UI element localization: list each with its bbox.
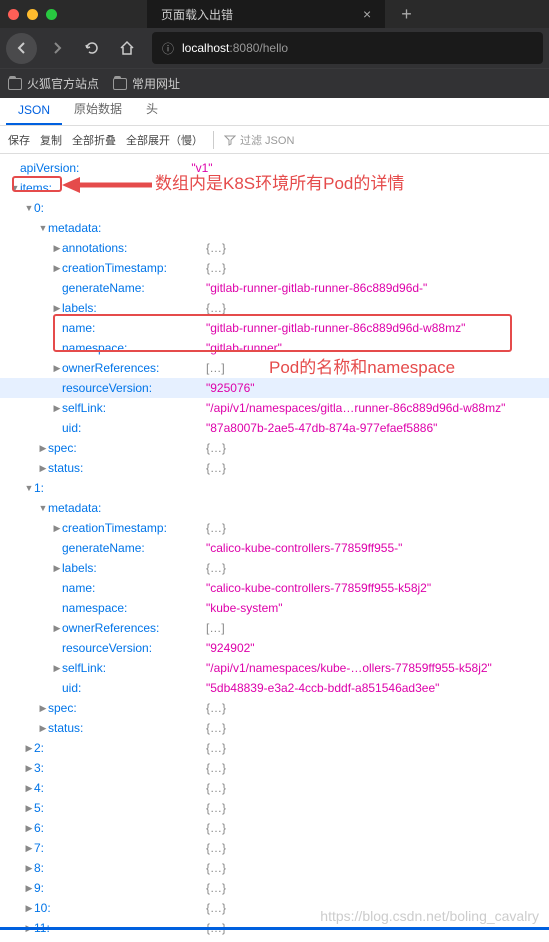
window-controls xyxy=(8,9,57,20)
tree-row[interactable]: 3:{…} xyxy=(0,758,549,778)
save-button[interactable]: 保存 xyxy=(8,132,30,148)
chevron-right-icon[interactable] xyxy=(38,458,48,478)
close-icon[interactable]: × xyxy=(363,6,371,22)
filter-icon xyxy=(224,134,236,146)
tree-row[interactable]: metadata: xyxy=(0,498,549,518)
chevron-right-icon[interactable] xyxy=(52,358,62,378)
chevron-right-icon[interactable] xyxy=(24,758,34,778)
json-tree: apiVersion:"v1" items: 0: metadata: anno… xyxy=(0,154,549,942)
annotation-box-items xyxy=(12,176,62,192)
tree-row[interactable]: status:{…} xyxy=(0,718,549,738)
tree-row[interactable]: ownerReferences:[…] xyxy=(0,618,549,638)
chevron-right-icon[interactable] xyxy=(52,618,62,638)
tree-row[interactable]: resourceVersion:"924902" xyxy=(0,638,549,658)
tab-headers[interactable]: 头 xyxy=(134,94,170,125)
tree-row[interactable]: creationTimestamp:{…} xyxy=(0,518,549,538)
chevron-right-icon[interactable] xyxy=(24,898,34,918)
chevron-right-icon[interactable] xyxy=(52,658,62,678)
new-tab-button[interactable]: + xyxy=(401,4,412,25)
tree-row[interactable]: metadata: xyxy=(0,218,549,238)
tab-title: 页面载入出错 xyxy=(161,6,233,23)
minimize-window[interactable] xyxy=(27,9,38,20)
home-button[interactable] xyxy=(111,33,142,64)
chevron-right-icon[interactable] xyxy=(24,798,34,818)
folder-icon xyxy=(8,78,22,90)
chevron-right-icon[interactable] xyxy=(52,258,62,278)
tree-row[interactable]: uid:"5db48839-e3a2-4ccb-bddf-a851546ad3e… xyxy=(0,678,549,698)
tree-row[interactable]: labels:{…} xyxy=(0,558,549,578)
back-button[interactable] xyxy=(6,33,37,64)
tree-row[interactable]: 5:{…} xyxy=(0,798,549,818)
chevron-right-icon[interactable] xyxy=(52,398,62,418)
chevron-down-icon[interactable] xyxy=(38,218,48,238)
tree-row[interactable]: generateName:"gitlab-runner-gitlab-runne… xyxy=(0,278,549,298)
tree-row[interactable]: annotations:{…} xyxy=(0,238,549,258)
chevron-right-icon[interactable] xyxy=(24,838,34,858)
chevron-right-icon[interactable] xyxy=(24,858,34,878)
bookmark-common[interactable]: 常用网址 xyxy=(113,75,180,92)
filter-input[interactable]: 过滤 JSON xyxy=(224,132,294,148)
info-icon[interactable]: ⓘ xyxy=(162,40,174,57)
copy-button[interactable]: 复制 xyxy=(40,132,62,148)
tree-row[interactable]: creationTimestamp:{…} xyxy=(0,258,549,278)
browser-tab[interactable]: 页面载入出错 × xyxy=(147,0,385,28)
tree-row[interactable]: 2:{…} xyxy=(0,738,549,758)
tree-row[interactable]: spec:{…} xyxy=(0,438,549,458)
tree-row[interactable]: 4:{…} xyxy=(0,778,549,798)
tree-row[interactable]: spec:{…} xyxy=(0,698,549,718)
forward-button[interactable] xyxy=(41,33,72,64)
tree-row[interactable]: resourceVersion:"925076" xyxy=(0,378,549,398)
chevron-down-icon[interactable] xyxy=(24,198,34,218)
chevron-right-icon[interactable] xyxy=(38,718,48,738)
chevron-right-icon[interactable] xyxy=(52,238,62,258)
tree-row[interactable]: 7:{…} xyxy=(0,838,549,858)
reload-button[interactable] xyxy=(76,33,107,64)
tree-row[interactable]: 0: xyxy=(0,198,549,218)
tree-row[interactable]: selfLink:"/api/v1/namespaces/gitla…runne… xyxy=(0,398,549,418)
tree-row[interactable]: uid:"87a8007b-2ae5-47db-874a-977efaef588… xyxy=(0,418,549,438)
annotation-arrow-icon xyxy=(62,172,152,198)
chevron-right-icon[interactable] xyxy=(52,558,62,578)
tab-raw[interactable]: 原始数据 xyxy=(62,94,134,125)
folder-icon xyxy=(113,78,127,90)
maximize-window[interactable] xyxy=(46,9,57,20)
chevron-right-icon[interactable] xyxy=(24,878,34,898)
annotation-text-1: 数组内是K8S环境所有Pod的详情 xyxy=(155,174,404,194)
filter-bar: 保存 复制 全部折叠 全部展开（慢） 过滤 JSON xyxy=(0,126,549,154)
watermark: https://blog.csdn.net/boling_cavalry xyxy=(320,908,539,924)
tree-row[interactable]: 6:{…} xyxy=(0,818,549,838)
json-viewer-tabs: JSON 原始数据 头 xyxy=(0,98,549,126)
chevron-right-icon[interactable] xyxy=(52,518,62,538)
toolbar: ⓘ localhost:8080/hello xyxy=(0,28,549,68)
tree-row[interactable]: 9:{…} xyxy=(0,878,549,898)
chevron-down-icon[interactable] xyxy=(38,498,48,518)
bookmark-firefox[interactable]: 火狐官方站点 xyxy=(8,75,99,92)
tab-json[interactable]: JSON xyxy=(6,97,62,125)
annotation-box-name xyxy=(53,314,512,352)
tree-row[interactable]: 8:{…} xyxy=(0,858,549,878)
tree-row[interactable]: status:{…} xyxy=(0,458,549,478)
collapse-all-button[interactable]: 全部折叠 xyxy=(72,132,116,148)
chevron-right-icon[interactable] xyxy=(24,738,34,758)
chevron-right-icon[interactable] xyxy=(24,818,34,838)
annotation-text-2: Pod的名称和namespace xyxy=(269,358,455,378)
chevron-right-icon[interactable] xyxy=(38,438,48,458)
expand-all-button[interactable]: 全部展开（慢） xyxy=(126,132,203,148)
tree-row[interactable]: 1: xyxy=(0,478,549,498)
url-text: localhost:8080/hello xyxy=(182,41,288,55)
close-window[interactable] xyxy=(8,9,19,20)
tree-row[interactable]: generateName:"calico-kube-controllers-77… xyxy=(0,538,549,558)
chevron-right-icon[interactable] xyxy=(24,778,34,798)
url-bar[interactable]: ⓘ localhost:8080/hello xyxy=(152,32,543,64)
tree-row[interactable]: namespace:"kube-system" xyxy=(0,598,549,618)
chevron-right-icon[interactable] xyxy=(38,698,48,718)
tree-row[interactable]: selfLink:"/api/v1/namespaces/kube-…oller… xyxy=(0,658,549,678)
tree-row[interactable]: name:"calico-kube-controllers-77859ff955… xyxy=(0,578,549,598)
titlebar: 页面载入出错 × + xyxy=(0,0,549,28)
chevron-down-icon[interactable] xyxy=(24,478,34,498)
divider xyxy=(213,131,214,149)
